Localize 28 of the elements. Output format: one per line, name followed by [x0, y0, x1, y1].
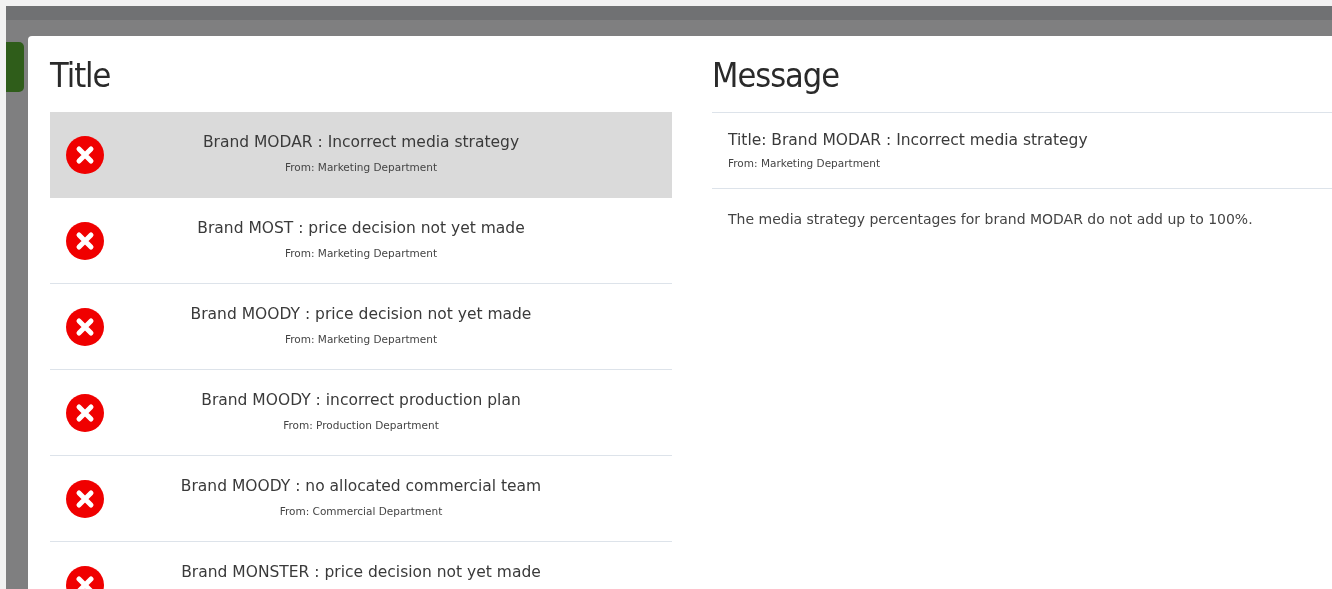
error-icon: [66, 480, 104, 518]
detail-sender: From: Marketing Department: [728, 157, 881, 170]
message-title: Brand MODAR : Incorrect media strategy: [202, 133, 520, 151]
message-item[interactable]: Brand MONSTER : price decision not yet made: [50, 542, 672, 589]
message-sender: From: Marketing Department: [284, 161, 438, 174]
message-item[interactable]: Brand MOST : price decision not yet made From: Marketing Department: [50, 198, 672, 284]
message-item[interactable]: Brand MOODY : incorrect production plan From: Production Department: [50, 370, 672, 456]
message-title: Brand MOODY : incorrect production plan: [201, 391, 521, 409]
message-title: Brand MONSTER : price decision not yet made: [181, 563, 541, 581]
message-sender: From: Marketing Department: [284, 247, 438, 260]
error-icon: [66, 136, 104, 174]
error-icon: [66, 222, 104, 260]
side-button[interactable]: [6, 42, 24, 92]
message-body: The media strategy percentages for brand MODAR do not add up to 100%.: [727, 210, 1254, 229]
message-sender: From: Commercial Department: [279, 505, 443, 518]
message-sender: From: Production Department: [283, 419, 439, 432]
message-title: Brand MOST : price decision not yet made: [197, 219, 525, 237]
message-title: Brand MOODY : no allocated commercial team: [180, 477, 542, 495]
message-sender: From: Marketing Department: [284, 333, 438, 346]
detail-heading: Message: [712, 54, 841, 97]
message-title: Brand MOODY : price decision not yet made: [190, 305, 532, 323]
error-icon: [66, 394, 104, 432]
message-item[interactable]: Brand MOODY : no allocated commercial team From: Commercial Department: [50, 456, 672, 542]
list-heading: Title: [50, 54, 112, 97]
message-item[interactable]: Brand MODAR : Incorrect media strategy From: Marketing Department: [50, 112, 672, 198]
error-icon: [66, 308, 104, 346]
message-item[interactable]: Brand MOODY : price decision not yet made From: Marketing Department: [50, 284, 672, 370]
detail-title: Title: Brand MODAR : Incorrect media strategy: [728, 131, 1089, 149]
